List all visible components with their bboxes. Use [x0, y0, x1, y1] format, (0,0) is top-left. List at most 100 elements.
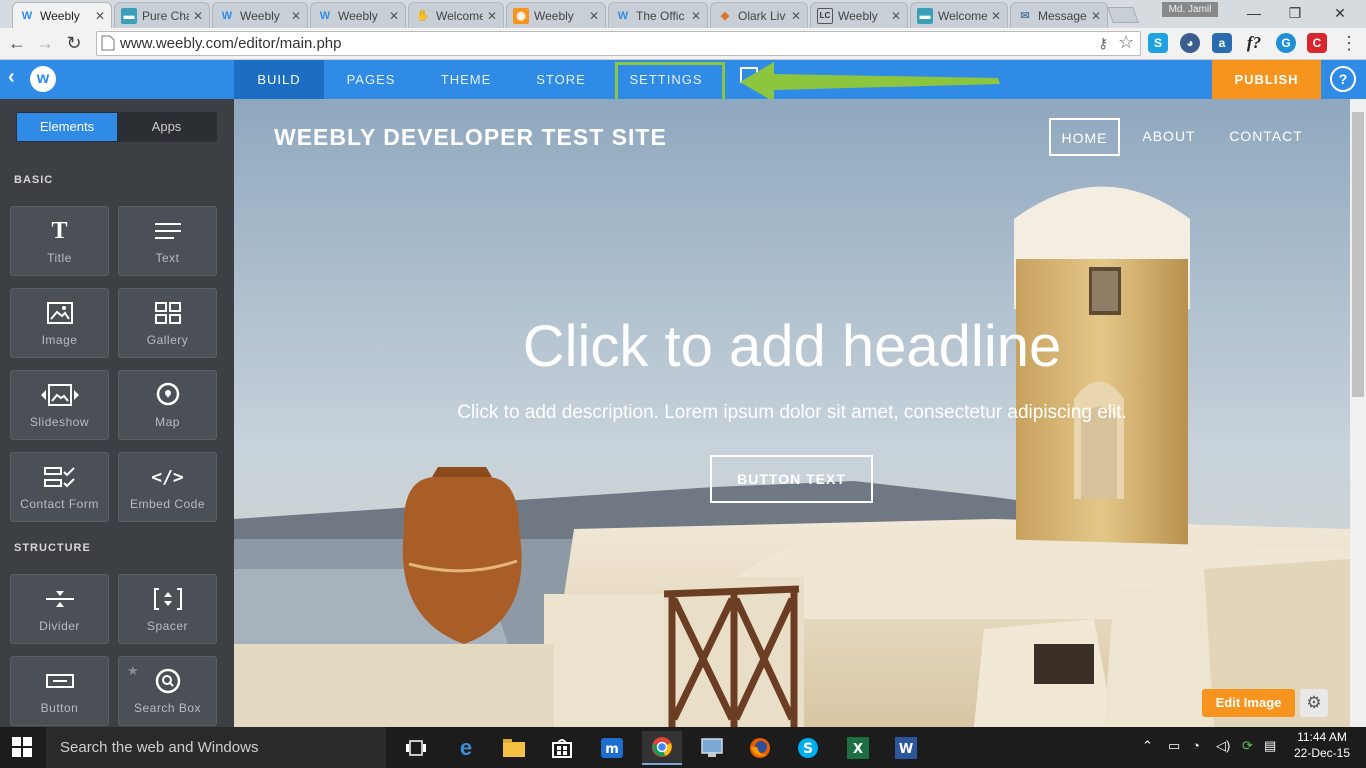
volume-icon[interactable]: ◁)	[1216, 738, 1230, 754]
browser-tab[interactable]: W The Offic ✕	[608, 2, 708, 28]
maxthon-icon[interactable]: m	[592, 731, 632, 765]
help-icon[interactable]: ?	[1330, 66, 1356, 92]
close-icon[interactable]: ✕	[389, 9, 399, 23]
bookmark-star-icon[interactable]: ☆	[1118, 32, 1134, 53]
element-slideshow[interactable]: Slideshow	[10, 370, 109, 440]
word-icon[interactable]: W	[886, 731, 926, 765]
chat-icon: ▬	[121, 7, 137, 24]
site-title[interactable]: WEEBLY DEVELOPER TEST SITE	[274, 124, 667, 151]
browser-tab[interactable]: ◆ Olark Liv ✕	[710, 2, 808, 28]
browser-tab[interactable]: W Weebly ✕	[310, 2, 406, 28]
svg-text:S: S	[803, 741, 813, 757]
amazon-icon[interactable]: a	[1212, 33, 1232, 53]
taskbar-search[interactable]: Search the web and Windows	[46, 727, 386, 768]
browser-tab[interactable]: ▬ Welcome ✕	[910, 2, 1008, 28]
element-spacer[interactable]: Spacer	[118, 574, 217, 644]
close-icon[interactable]: ✕	[589, 9, 599, 23]
window-close-icon[interactable]: ✕	[1330, 4, 1350, 22]
element-gallery[interactable]: Gallery	[118, 288, 217, 358]
tray-expand-icon[interactable]: ⌃	[1142, 738, 1153, 754]
close-icon[interactable]: ✕	[891, 9, 901, 23]
element-embed-code[interactable]: </> Embed Code	[118, 452, 217, 522]
element-map[interactable]: Map	[118, 370, 217, 440]
profile-badge[interactable]: Md. Jamil	[1162, 2, 1218, 17]
network-app-icon[interactable]	[692, 731, 732, 765]
task-view-icon[interactable]	[396, 731, 436, 765]
tab-elements[interactable]: Elements	[17, 113, 117, 141]
store-icon[interactable]	[542, 731, 582, 765]
gear-icon[interactable]: ⚙	[1300, 689, 1328, 717]
battery-icon[interactable]: ▭	[1168, 738, 1180, 754]
close-icon[interactable]: ✕	[95, 9, 105, 23]
close-icon[interactable]: ✕	[691, 9, 701, 23]
excel-icon[interactable]: X	[838, 731, 878, 765]
skype-taskbar-icon[interactable]: S	[788, 731, 828, 765]
close-icon[interactable]: ✕	[487, 9, 497, 23]
windows-start-icon[interactable]	[12, 737, 32, 757]
weebly-logo-icon[interactable]: w	[30, 66, 56, 92]
edit-image-button[interactable]: Edit Image	[1202, 689, 1295, 717]
browser-tab[interactable]: ✋ Welcome ✕	[408, 2, 504, 28]
scrollbar-thumb[interactable]	[1352, 112, 1364, 397]
element-button[interactable]: Button	[10, 656, 109, 726]
back-chevron-icon[interactable]: ‹	[8, 66, 15, 89]
element-search-box[interactable]: ★ Search Box	[118, 656, 217, 726]
publish-button[interactable]: PUBLISH	[1212, 60, 1321, 99]
browser-tab[interactable]: W Weebly ✕	[212, 2, 308, 28]
firefox-icon[interactable]	[740, 731, 780, 765]
tab-build[interactable]: BUILD	[234, 60, 324, 99]
close-icon[interactable]: ✕	[1091, 9, 1101, 23]
hero-description[interactable]: Click to add description. Lorem ipsum do…	[234, 402, 1350, 424]
close-icon[interactable]: ✕	[193, 9, 203, 23]
browser-tab[interactable]: ✉ Message ✕	[1010, 2, 1108, 28]
font-finder-icon[interactable]: f?	[1244, 33, 1264, 53]
tab-title: Welcome	[938, 8, 987, 23]
browser-tab[interactable]: ▬ Pure Cha ✕	[114, 2, 210, 28]
close-icon[interactable]: ✕	[291, 9, 301, 23]
tab-pages[interactable]: PAGES	[326, 60, 416, 99]
settings-highlight-box	[615, 62, 725, 102]
close-icon[interactable]: ✕	[791, 9, 801, 23]
skype-icon[interactable]: S	[1148, 33, 1168, 53]
back-arrow-icon[interactable]: ←	[6, 32, 28, 54]
tab-store[interactable]: STORE	[516, 60, 606, 99]
browser-tab[interactable]: W Weebly ✕	[12, 2, 112, 28]
tab-apps[interactable]: Apps	[117, 113, 216, 141]
file-explorer-icon[interactable]	[494, 731, 534, 765]
chrome-icon[interactable]	[642, 731, 682, 765]
page-icon	[101, 35, 115, 51]
svg-text:X: X	[853, 742, 863, 757]
minimize-icon[interactable]: —	[1244, 4, 1264, 22]
site-nav-home[interactable]: HOME	[1049, 118, 1120, 156]
clock-time[interactable]: 11:44 AM	[1292, 730, 1352, 744]
hero-button[interactable]: BUTTON TEXT	[710, 455, 873, 503]
edge-browser-icon[interactable]: e	[446, 731, 486, 765]
key-icon[interactable]: ⚷	[1098, 35, 1108, 52]
new-tab-button[interactable]	[1107, 7, 1139, 23]
notifications-icon[interactable]: ▤	[1264, 738, 1276, 754]
site-nav-about[interactable]: ABOUT	[1135, 118, 1203, 156]
code-icon: </>	[151, 466, 184, 488]
shield-icon[interactable]: C	[1307, 33, 1327, 53]
element-image[interactable]: Image	[10, 288, 109, 358]
close-icon[interactable]: ✕	[991, 9, 1001, 23]
clock-date[interactable]: 22-Dec-15	[1292, 746, 1352, 760]
element-text[interactable]: Text	[118, 206, 217, 276]
hero-headline[interactable]: Click to add headline	[234, 313, 1350, 380]
wifi-icon[interactable]: ◔	[1192, 738, 1200, 753]
sync-icon[interactable]: ⟳	[1242, 738, 1253, 754]
browser-tab[interactable]: LC Weebly ✕	[810, 2, 908, 28]
tab-theme[interactable]: THEME	[420, 60, 512, 99]
menu-icon[interactable]: ⋮	[1340, 33, 1358, 54]
element-divider[interactable]: Divider	[10, 574, 109, 644]
reload-icon[interactable]: ↻	[63, 32, 85, 54]
globe-icon[interactable]: ◕	[1180, 33, 1200, 53]
url-text[interactable]: www.weebly.com/editor/main.php	[120, 35, 341, 52]
forward-arrow-icon[interactable]: →	[34, 32, 56, 54]
site-nav-contact[interactable]: CONTACT	[1222, 118, 1310, 156]
element-contact-form[interactable]: Contact Form	[10, 452, 109, 522]
browser-tab[interactable]: ◉ Weebly ✕	[506, 2, 606, 28]
grammarly-icon[interactable]: G	[1276, 33, 1296, 53]
restore-icon[interactable]: ❐	[1285, 4, 1305, 22]
element-title[interactable]: T Title	[10, 206, 109, 276]
